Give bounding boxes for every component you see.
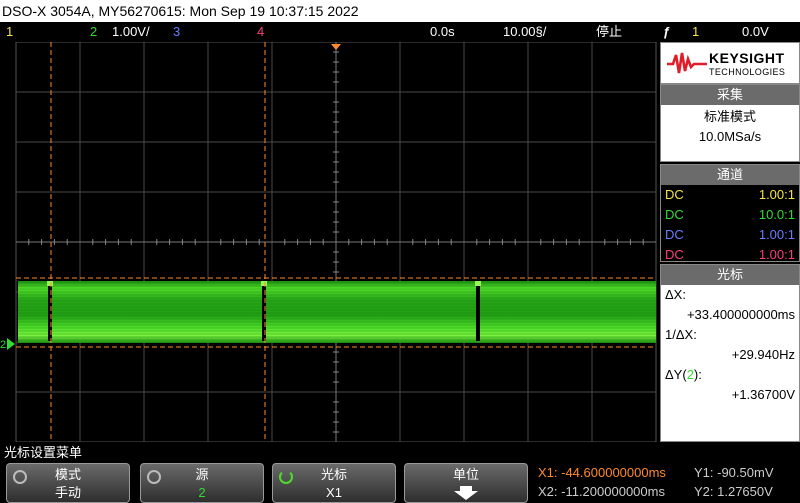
rotate-knob-icon — [13, 470, 27, 484]
dy-channel: 2 — [686, 367, 694, 382]
ch1-coupling: DC — [665, 187, 684, 202]
cursor-select-softkey[interactable]: 光标 X1 — [272, 463, 396, 503]
ch3-probe: 1.00:1 — [758, 227, 795, 242]
channel-row-3[interactable]: DC 1.00:1 — [661, 225, 799, 245]
ch4-indicator[interactable]: 4 — [257, 22, 264, 42]
ch2-indicator[interactable]: 2 — [90, 22, 97, 42]
title-bar: DSO-X 3054A, MY56270615: Mon Sep 19 10:3… — [0, 0, 800, 22]
x1-readout: X1: -44.600000000ms — [538, 465, 666, 480]
ch4-coupling: DC — [665, 247, 684, 262]
ch2-coupling: DC — [665, 207, 684, 222]
dx-value: +33.400000000ms — [686, 307, 795, 322]
delay-readout: 0.0s — [430, 24, 455, 39]
side-panel: KEYSIGHT TECHNOLOGIES 采集 标准模式 10.0MSa/s … — [660, 42, 800, 442]
ch2-scale: 1.00V/ — [112, 24, 150, 39]
cursor-select-softkey-value: X1 — [326, 485, 342, 500]
graticule: 2 — [0, 42, 657, 442]
acquisition-mode: 标准模式 — [703, 109, 756, 124]
mode-softkey[interactable]: 模式 手动 — [6, 463, 130, 503]
units-softkey[interactable]: 单位 — [404, 463, 528, 503]
status-bar: 1 2 1.00V/ 3 4 0.0s 10.00§/ 停止 ƒ 1 0.0V — [0, 22, 800, 42]
channels-header: 通道 — [661, 165, 799, 185]
y1-readout: Y1: -90.50mV — [694, 465, 774, 480]
menu-caption: 光标设置菜单 — [4, 445, 83, 460]
inv-dx-value: +29.940Hz — [731, 347, 795, 362]
acquisition-header: 采集 — [661, 85, 799, 105]
softkey-bar: 模式 手动 源 2 光标 X1 单位 — [0, 461, 536, 503]
down-arrow-icon — [454, 486, 478, 500]
dy-label-prefix: ΔY( — [665, 367, 687, 382]
trigger-position-marker[interactable] — [331, 44, 341, 50]
units-softkey-label: 单位 — [452, 467, 479, 482]
channel-row-1[interactable]: DC 1.00:1 — [661, 185, 799, 205]
dy-label-suffix: ): — [693, 367, 702, 382]
inv-dx-label: 1/ΔX: — [665, 327, 697, 342]
dy-label: ΔY(2): — [661, 365, 799, 385]
ch3-coupling: DC — [665, 227, 684, 242]
ch2-ground-marker[interactable]: 2 — [0, 338, 15, 351]
channel-row-2[interactable]: DC 10.0:1 — [661, 205, 799, 225]
waveform-display[interactable]: 2 — [0, 42, 660, 442]
ch2-probe: 10.0:1 — [758, 207, 795, 222]
acquisition-panel[interactable]: 采集 标准模式 10.0MSa/s — [660, 84, 800, 162]
cursors-header: 光标 — [661, 265, 799, 285]
cursor-readout: X1: -44.600000000ms X2: -11.200000000ms … — [536, 463, 800, 503]
dx-label: ΔX: — [665, 287, 686, 302]
channels-panel[interactable]: 通道 DC 1.00:1 DC 10.0:1 DC 1.00:1 DC 1.00… — [660, 164, 800, 262]
run-state: 停止 — [596, 24, 623, 39]
ch1-indicator[interactable]: 1 — [6, 22, 13, 42]
rotate-knob-icon — [147, 470, 161, 484]
channel-row-4[interactable]: DC 1.00:1 — [661, 245, 799, 265]
brand-logo: KEYSIGHT TECHNOLOGIES — [660, 42, 800, 84]
trigger-level: 0.0V — [742, 24, 769, 39]
mode-softkey-value: 手动 — [54, 485, 81, 500]
source-softkey[interactable]: 源 2 — [140, 463, 264, 503]
ch3-indicator[interactable]: 3 — [173, 22, 180, 42]
brand-name: KEYSIGHT — [709, 50, 785, 66]
ch4-probe: 1.00:1 — [758, 247, 795, 262]
trigger-edge-icon: ƒ — [663, 24, 671, 39]
ch1-probe: 1.00:1 — [758, 187, 795, 202]
y2-readout: Y2: 1.27650V — [694, 484, 773, 499]
trigger-source: 1 — [692, 24, 700, 39]
source-softkey-value: 2 — [198, 485, 206, 500]
dy-value: +1.36700V — [731, 387, 795, 402]
brand-sub: TECHNOLOGIES — [709, 67, 786, 77]
timebase-readout: 10.00§/ — [503, 24, 547, 39]
svg-text:2: 2 — [0, 339, 6, 351]
acquisition-rate: 10.0MSa/s — [698, 129, 762, 144]
ch2-waveform — [18, 281, 656, 343]
keysight-wave-icon — [667, 52, 707, 74]
cursors-panel[interactable]: 光标 ΔX: +33.400000000ms 1/ΔX: +29.940Hz Δ… — [660, 264, 800, 442]
x2-readout: X2: -11.200000000ms — [538, 484, 665, 499]
rotate-knob-icon — [279, 470, 293, 484]
